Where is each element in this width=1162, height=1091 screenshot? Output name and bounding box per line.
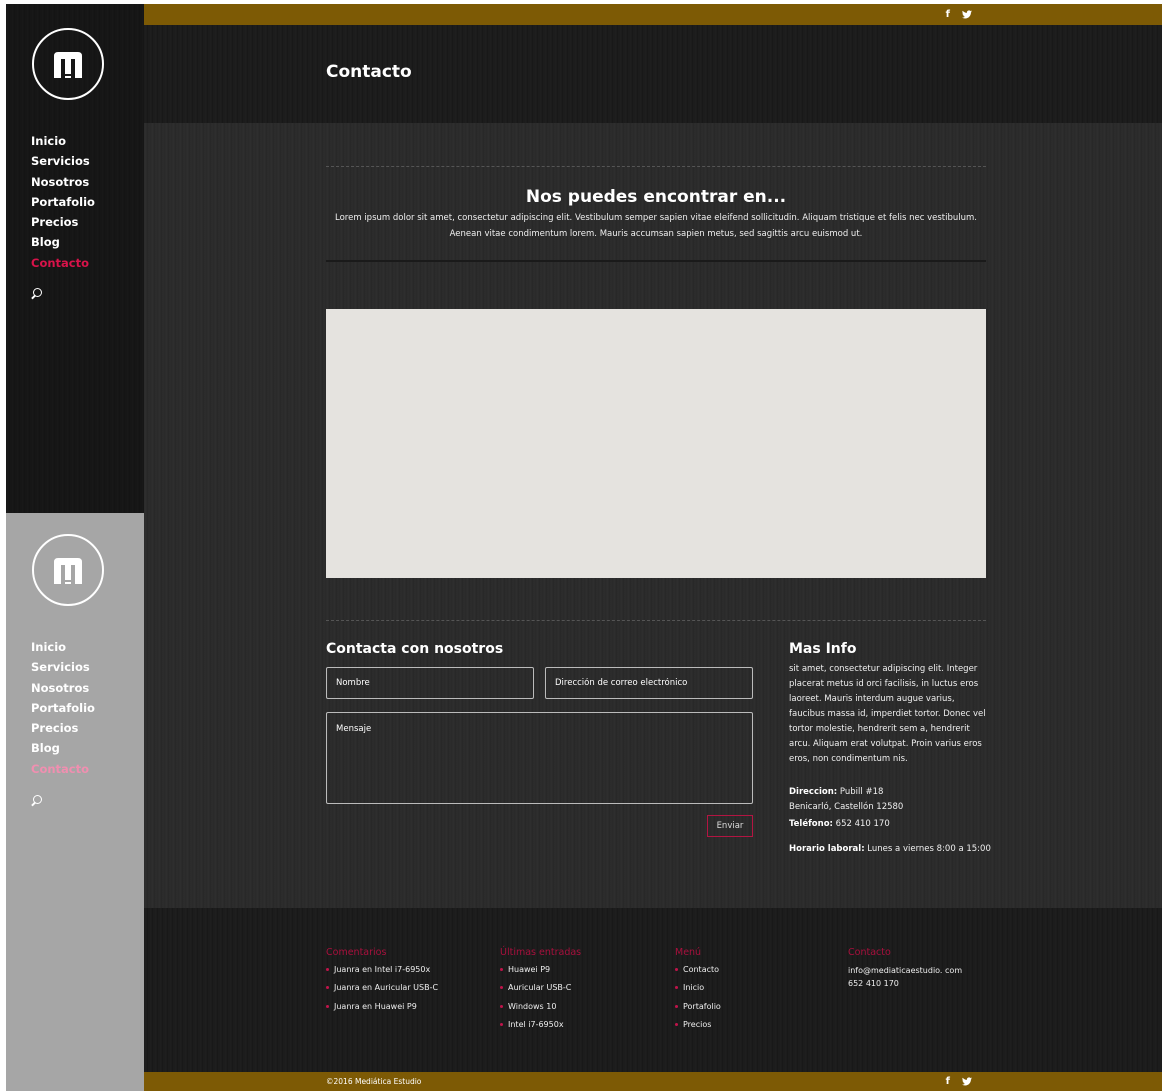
nav-item-servicios[interactable]: Servicios	[31, 151, 95, 171]
divider	[326, 620, 986, 621]
search-icon[interactable]	[31, 795, 43, 807]
send-button[interactable]: Enviar	[707, 815, 753, 837]
nav-item-nosotros[interactable]: Nosotros	[31, 678, 95, 698]
address-line1: Pubill #18	[837, 787, 884, 797]
footer-contact-title: Contacto	[848, 947, 891, 958]
divider	[326, 260, 986, 262]
footer-comments-title: Comentarios	[326, 947, 387, 958]
email-input[interactable]	[545, 667, 753, 699]
nav-item-blog[interactable]: Blog	[31, 232, 95, 252]
nav-item-contacto[interactable]: Contacto	[31, 759, 95, 779]
list-item[interactable]: Inicio	[675, 979, 721, 997]
hours-label: Horario laboral:	[789, 844, 865, 854]
location-text: Lorem ipsum dolor sit amet, consectetur …	[335, 213, 977, 239]
site-logo[interactable]	[32, 28, 104, 100]
nav-item-nosotros[interactable]: Nosotros	[31, 172, 95, 192]
nav-item-precios[interactable]: Precios	[31, 212, 95, 232]
footer-latest-title: Últimas entradas	[500, 947, 582, 958]
location-title: Nos puedes encontrar en...	[525, 187, 787, 207]
search-icon[interactable]	[31, 288, 43, 300]
contact-form-title: Contacta con nosotros	[326, 641, 504, 657]
footer-comments: Comentarios Juanra en Intel i7-6950x Jua…	[326, 947, 438, 1016]
nav-item-contacto[interactable]: Contacto	[31, 253, 95, 273]
list-item[interactable]: Huawei P9	[500, 961, 581, 979]
footer-phone: 652 410 170	[848, 979, 899, 988]
address-line2: Benicarló, Castellón 12580	[789, 802, 904, 812]
footer	[144, 908, 1162, 1072]
more-info-text: sit amet, consectetur adipiscing elit. I…	[789, 664, 986, 764]
sidebar-overlay: Inicio Servicios Nosotros Portafolio Pre…	[6, 513, 144, 1091]
hours-value: Lunes a viernes 8:00 a 15:00	[864, 844, 991, 854]
page-header: Contacto	[144, 25, 1162, 123]
footer-contact: Contacto info@mediaticaestudio. com 652 …	[848, 947, 962, 990]
facebook-icon[interactable]: f	[946, 1076, 950, 1087]
list-item[interactable]: Portafolio	[675, 998, 721, 1016]
main-content: Nos puedes encontrar en... Lorem ipsum d…	[144, 123, 1162, 908]
nav-item-inicio[interactable]: Inicio	[31, 131, 95, 151]
message-textarea[interactable]	[326, 712, 753, 804]
list-item[interactable]: Juanra en Auricular USB-C	[326, 979, 438, 997]
list-item[interactable]: Precios	[675, 1016, 721, 1034]
bottom-bar: ©2016 Mediática Estudio f	[144, 1072, 1162, 1091]
nav-item-blog[interactable]: Blog	[31, 738, 95, 758]
list-item[interactable]: Contacto	[675, 961, 721, 979]
address-label: Direccion:	[789, 787, 838, 797]
more-info-title: Mas Info	[789, 641, 857, 657]
facebook-icon[interactable]: f	[946, 9, 950, 20]
footer-email[interactable]: info@mediaticaestudio. com	[848, 964, 962, 977]
twitter-icon[interactable]	[962, 1077, 972, 1086]
footer-menu-title: Menú	[675, 947, 702, 958]
divider	[326, 166, 986, 167]
phone-value: 652 410 170	[832, 819, 890, 829]
list-item[interactable]: Intel i7-6950x	[500, 1016, 581, 1034]
name-input[interactable]	[326, 667, 534, 699]
site-logo-secondary[interactable]	[32, 534, 104, 606]
sidebar: Inicio Servicios Nosotros Portafolio Pre…	[6, 4, 144, 513]
list-item[interactable]: Juanra en Intel i7-6950x	[326, 961, 438, 979]
nav-item-inicio[interactable]: Inicio	[31, 637, 95, 657]
phone: Teléfono: 652 410 170	[789, 817, 1009, 832]
list-item[interactable]: Juanra en Huawei P9	[326, 998, 438, 1016]
logo-mark-icon	[54, 558, 82, 584]
nav-item-portafolio[interactable]: Portafolio	[31, 192, 95, 212]
address: Direccion: Pubill #18 Benicarló, Castell…	[789, 785, 1009, 815]
page-title: Contacto	[326, 62, 412, 82]
logo-mark-icon	[54, 52, 82, 78]
hours: Horario laboral: Lunes a viernes 8:00 a …	[789, 842, 1009, 857]
main-nav-secondary: Inicio Servicios Nosotros Portafolio Pre…	[31, 637, 95, 779]
twitter-icon[interactable]	[962, 10, 972, 19]
phone-label: Teléfono:	[789, 819, 833, 829]
main-nav: Inicio Servicios Nosotros Portafolio Pre…	[31, 131, 95, 273]
map-embed[interactable]	[326, 309, 986, 578]
footer-latest: Últimas entradas Huawei P9 Auricular USB…	[500, 947, 581, 1034]
nav-item-portafolio[interactable]: Portafolio	[31, 698, 95, 718]
footer-menu: Menú Contacto Inicio Portafolio Precios	[675, 947, 721, 1034]
social-links-bottom: f	[946, 1072, 972, 1091]
list-item[interactable]: Auricular USB-C	[500, 979, 581, 997]
nav-item-servicios[interactable]: Servicios	[31, 657, 95, 677]
top-bar: f	[144, 4, 1162, 25]
nav-item-precios[interactable]: Precios	[31, 718, 95, 738]
list-item[interactable]: Windows 10	[500, 998, 581, 1016]
copyright: ©2016 Mediática Estudio	[326, 1077, 422, 1086]
social-links: f	[946, 4, 972, 25]
